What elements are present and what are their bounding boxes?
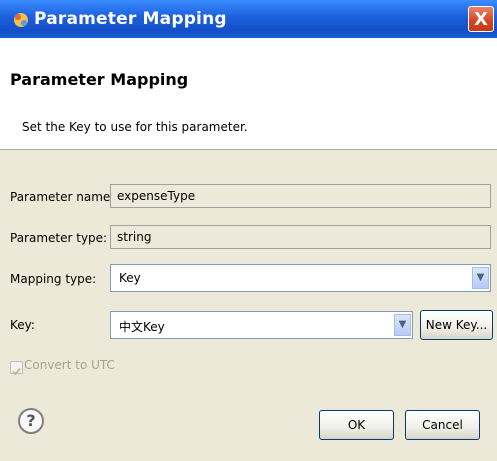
parameter-type-field: string [110,225,491,249]
banner-title: Parameter Mapping [10,70,189,89]
key-label: Key: [10,318,35,332]
key-value: 中文Key [119,320,165,334]
close-button[interactable]: X [468,6,494,32]
parameter-type-label: Parameter type: [10,231,108,245]
key-select[interactable]: 中文Key ▼ [110,311,413,339]
ok-button[interactable]: OK [319,410,394,440]
help-icon[interactable]: ? [18,408,44,434]
new-key-button[interactable]: New Key... [420,310,493,340]
title-bar[interactable]: Parameter Mapping X [0,0,497,38]
convert-to-utc-label: Convert to UTC [24,358,115,372]
parameter-mapping-dialog: Parameter Mapping X Parameter Mapping Se… [0,0,497,461]
banner-message: Set the Key to use for this parameter. [22,120,248,134]
app-icon [14,13,28,27]
chevron-down-icon[interactable]: ▼ [394,314,411,336]
mapping-type-label: Mapping type: [10,272,97,286]
cancel-button[interactable]: Cancel [405,410,480,440]
mapping-type-value: Key [119,271,141,285]
mapping-type-select[interactable]: Key ▼ [110,264,491,292]
parameter-name-field: expenseType [110,184,491,208]
checkmark-icon [12,367,21,376]
header-banner: Parameter Mapping Set the Key to use for… [0,38,497,150]
parameter-name-label: Parameter name: [10,190,115,204]
chevron-down-icon[interactable]: ▼ [472,267,489,289]
convert-to-utc-checkbox[interactable] [10,361,23,376]
window-title: Parameter Mapping [34,9,227,29]
